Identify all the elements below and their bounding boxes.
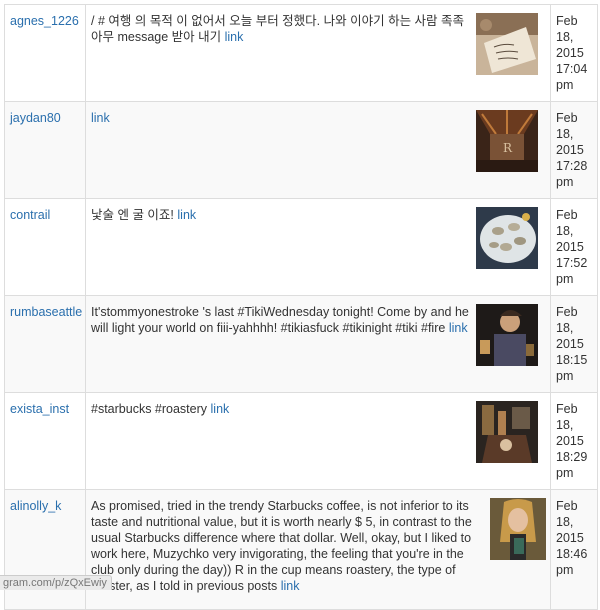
- message-text: / # 여행 의 목적 이 없어서 오늘 부터 정했다. 나와 이야기 하는 사…: [91, 14, 465, 44]
- table-row: exista_inst #starbucks #roastery link Fe…: [4, 392, 598, 490]
- date-year: 2015: [556, 531, 584, 545]
- date-cell: Feb 18, 2015 17:28 pm: [550, 101, 598, 199]
- username-cell: alinolly_k: [4, 489, 86, 610]
- username-cell: agnes_1226: [4, 4, 86, 102]
- message-cell: It'stommyonestroke 's last #TikiWednesda…: [85, 295, 551, 393]
- username-link[interactable]: contrail: [10, 208, 50, 222]
- username-link[interactable]: rumbaseattle: [10, 305, 82, 319]
- post-thumbnail[interactable]: [476, 304, 538, 366]
- username-cell: jaydan80: [4, 101, 86, 199]
- date-day: 18,: [556, 515, 574, 529]
- date-time: 18:15: [556, 353, 588, 367]
- post-link[interactable]: link: [281, 579, 300, 593]
- date-day: 18,: [556, 127, 574, 141]
- username-cell: exista_inst: [4, 392, 86, 490]
- svg-text:R: R: [503, 141, 513, 155]
- status-bar-url: gram.com/p/zQxEwiy: [0, 575, 112, 590]
- date-cell: Feb 18, 2015 17:52 pm: [550, 198, 598, 296]
- username-link[interactable]: jaydan80: [10, 111, 61, 125]
- date-time: 17:04: [556, 62, 588, 76]
- username-link[interactable]: exista_inst: [10, 402, 69, 416]
- username-cell: contrail: [4, 198, 86, 296]
- date-month: Feb: [556, 499, 578, 513]
- post-thumbnail[interactable]: R: [476, 110, 538, 172]
- date-month: Feb: [556, 111, 578, 125]
- date-month: Feb: [556, 402, 578, 416]
- date-day: 18,: [556, 224, 574, 238]
- date-year: 2015: [556, 434, 584, 448]
- table-row: alinolly_k As promised, tried in the tre…: [4, 489, 598, 610]
- date-ampm: pm: [556, 466, 574, 480]
- message-text: #starbucks #roastery: [91, 402, 208, 416]
- date-cell: Feb 18, 2015 17:04 pm: [550, 4, 598, 102]
- date-ampm: pm: [556, 78, 574, 92]
- table-row: agnes_1226 / # 여행 의 목적 이 없어서 오늘 부터 정했다. …: [4, 4, 598, 102]
- date-cell: Feb 18, 2015 18:46 pm: [550, 489, 598, 610]
- date-time: 17:52: [556, 256, 588, 270]
- message-text: 낯술 엔 굴 이죠!: [91, 208, 174, 222]
- date-year: 2015: [556, 143, 584, 157]
- date-day: 18,: [556, 30, 574, 44]
- date-month: Feb: [556, 208, 578, 222]
- post-thumbnail[interactable]: [476, 401, 538, 463]
- date-year: 2015: [556, 337, 584, 351]
- message-cell: link R: [85, 101, 551, 199]
- post-link[interactable]: link: [449, 321, 468, 335]
- date-time: 18:46: [556, 547, 588, 561]
- date-ampm: pm: [556, 563, 574, 577]
- message-text: It'stommyonestroke 's last #TikiWednesda…: [91, 305, 469, 335]
- username-cell: rumbaseattle: [4, 295, 86, 393]
- date-month: Feb: [556, 305, 578, 319]
- date-year: 2015: [556, 46, 584, 60]
- post-thumbnail[interactable]: [476, 207, 538, 269]
- username-link[interactable]: alinolly_k: [10, 499, 61, 513]
- table-row: contrail 낯술 엔 굴 이죠! link Feb 18, 2015 17…: [4, 198, 598, 296]
- date-cell: Feb 18, 2015 18:29 pm: [550, 392, 598, 490]
- date-time: 17:28: [556, 159, 588, 173]
- post-link[interactable]: link: [91, 111, 110, 125]
- table-row: jaydan80 link R Feb 18, 2015 17:28 pm: [4, 101, 598, 199]
- date-year: 2015: [556, 240, 584, 254]
- post-link[interactable]: link: [211, 402, 230, 416]
- date-month: Feb: [556, 14, 578, 28]
- post-link[interactable]: link: [225, 30, 244, 44]
- message-cell: / # 여행 의 목적 이 없어서 오늘 부터 정했다. 나와 이야기 하는 사…: [85, 4, 551, 102]
- date-time: 18:29: [556, 450, 588, 464]
- date-ampm: pm: [556, 369, 574, 383]
- message-cell: 낯술 엔 굴 이죠! link: [85, 198, 551, 296]
- message-cell: As promised, tried in the trendy Starbuc…: [85, 489, 551, 610]
- post-thumbnail[interactable]: [490, 498, 546, 560]
- message-cell: #starbucks #roastery link: [85, 392, 551, 490]
- username-link[interactable]: agnes_1226: [10, 14, 79, 28]
- date-ampm: pm: [556, 175, 574, 189]
- post-thumbnail[interactable]: [476, 13, 538, 75]
- date-day: 18,: [556, 418, 574, 432]
- date-day: 18,: [556, 321, 574, 335]
- date-ampm: pm: [556, 272, 574, 286]
- posts-table: agnes_1226 / # 여행 의 목적 이 없어서 오늘 부터 정했다. …: [4, 4, 598, 610]
- post-link[interactable]: link: [177, 208, 196, 222]
- table-row: rumbaseattle It'stommyonestroke 's last …: [4, 295, 598, 393]
- date-cell: Feb 18, 2015 18:15 pm: [550, 295, 598, 393]
